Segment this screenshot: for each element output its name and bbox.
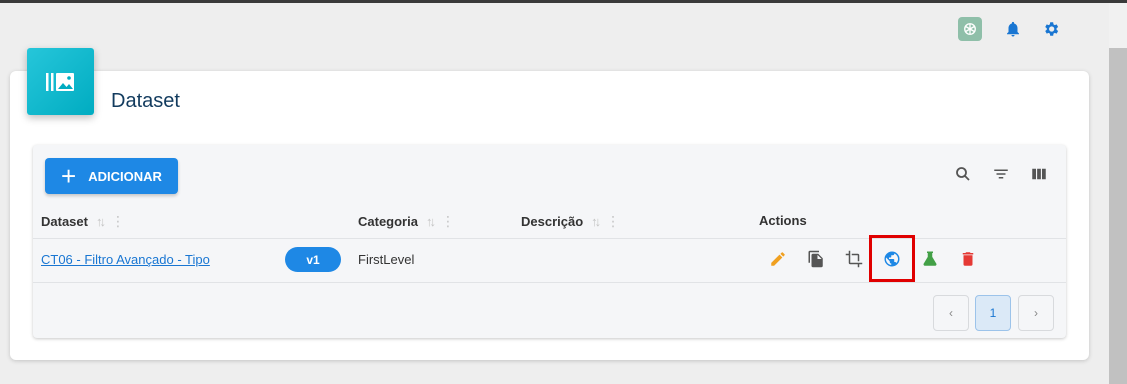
- highlight-box: [869, 235, 915, 282]
- category-cell: FirstLevel: [358, 252, 415, 267]
- edit-icon[interactable]: [767, 248, 789, 270]
- sort-icon[interactable]: ↑↓: [591, 214, 601, 229]
- gear-icon[interactable]: [1039, 17, 1063, 41]
- scrollbar-thumb[interactable]: [1109, 48, 1127, 384]
- column-header-dataset[interactable]: Dataset ↑↓ ⋮: [41, 213, 125, 230]
- add-button[interactable]: + ADICIONAR: [45, 158, 178, 194]
- column-header-label: Dataset: [41, 214, 88, 229]
- column-header-categoria[interactable]: Categoria ↑↓ ⋮: [358, 213, 455, 230]
- dataset-link[interactable]: CT06 - Filtro Avançado - Tipo: [41, 252, 210, 267]
- plus-icon: +: [61, 161, 77, 191]
- search-icon[interactable]: [952, 163, 974, 185]
- add-button-label: ADICIONAR: [88, 168, 162, 184]
- window-top-border: [0, 0, 1127, 3]
- column-menu-icon[interactable]: ⋮: [606, 213, 620, 230]
- columns-icon[interactable]: [1028, 163, 1050, 185]
- pagination-prev-button[interactable]: ‹: [933, 295, 969, 331]
- row-divider: [33, 282, 1066, 283]
- page-title: Dataset: [111, 90, 180, 112]
- pagination-next-button[interactable]: ›: [1018, 295, 1054, 331]
- column-header-label: Actions: [759, 213, 807, 228]
- column-menu-icon[interactable]: ⋮: [441, 213, 455, 230]
- image-library-icon: [27, 48, 94, 115]
- filter-icon[interactable]: [990, 163, 1012, 185]
- pagination-page-button[interactable]: 1: [975, 295, 1011, 331]
- column-header-actions: Actions: [759, 213, 807, 228]
- sort-icon[interactable]: ↑↓: [426, 214, 436, 229]
- sort-icon[interactable]: ↑↓: [96, 214, 106, 229]
- version-badge[interactable]: v1: [285, 247, 341, 272]
- column-menu-icon[interactable]: ⋮: [111, 213, 125, 230]
- flask-icon[interactable]: [919, 248, 941, 270]
- column-header-label: Categoria: [358, 214, 418, 229]
- copy-icon[interactable]: [805, 248, 827, 270]
- crop-icon[interactable]: [843, 248, 865, 270]
- chatgpt-icon[interactable]: [958, 17, 982, 41]
- bell-icon[interactable]: [1001, 17, 1025, 41]
- delete-icon[interactable]: [957, 248, 979, 270]
- column-header-descricao[interactable]: Descrição ↑↓ ⋮: [521, 213, 620, 230]
- column-header-label: Descrição: [521, 214, 584, 229]
